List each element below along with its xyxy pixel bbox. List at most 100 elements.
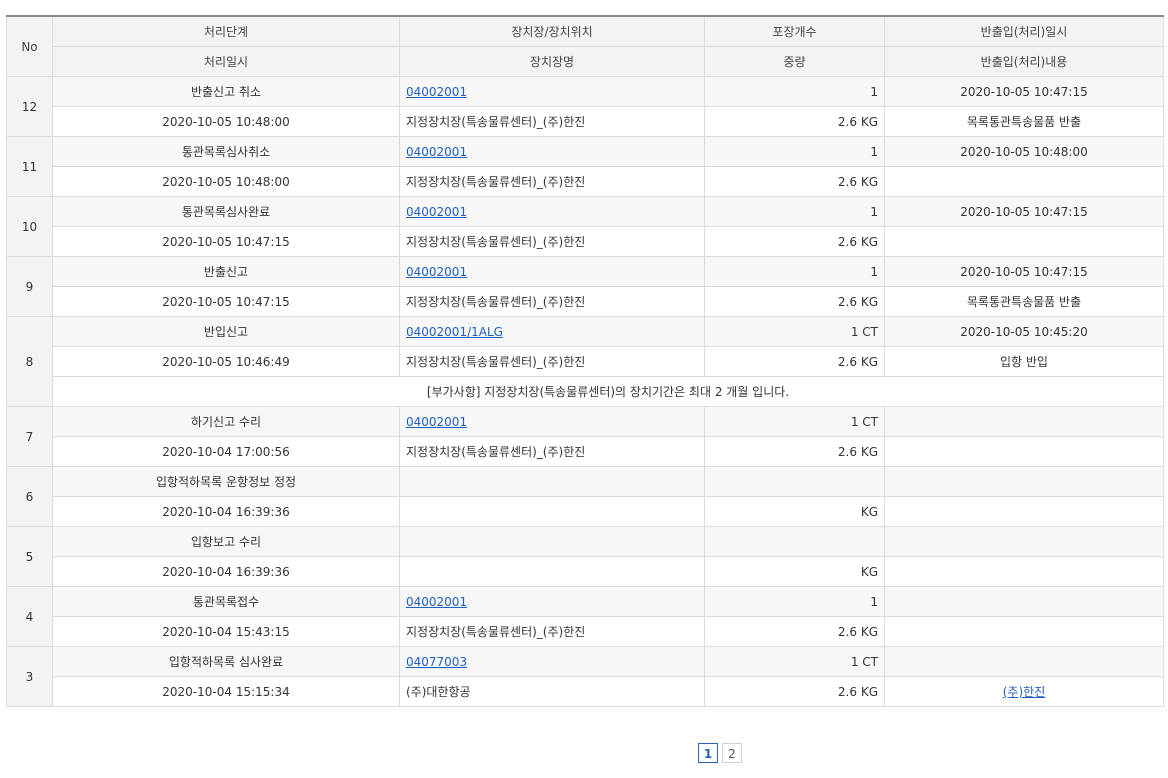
location-link[interactable]: 04077003 [406, 655, 467, 669]
table-row: 2020-10-04 17:00:56 지정장치장(특송물류센터)_(주)한진 2.… [7, 436, 1164, 467]
datetime-cell: 2020-10-05 10:48:00 [52, 106, 400, 137]
table-row: 2020-10-05 10:47:15 지정장치장(특송물류센터)_(주)한진 2.… [7, 226, 1164, 257]
inout-content-cell: 목록통관특송물품 반출 [884, 106, 1164, 137]
weight-cell: 2.6 KG [704, 166, 885, 197]
page-button-2[interactable]: 2 [722, 743, 742, 763]
weight-cell: 2.6 KG [704, 436, 885, 467]
inout-content-cell: 목록통관특송물품 반출 [884, 286, 1164, 317]
packages-cell: 1 CT [704, 406, 885, 437]
table-row: 10 통관목록심사완료 04002001 1 2020-10-05 10:47:15 [6, 196, 1164, 257]
table-row: 2020-10-04 16:39:36 KG [7, 556, 1164, 587]
inout-content-cell [884, 226, 1164, 257]
table-row: 8 반입신고 04002001/1ALG 1 CT 2020-10-05 10:45:2… [6, 316, 1164, 407]
place-name-cell [399, 556, 705, 587]
inout-content-cell [884, 496, 1164, 527]
datetime-cell: 2020-10-05 10:47:15 [52, 226, 400, 257]
note-cell: [부가사항] 지정장치장(특송물류센터)의 장치기간은 최대 2 개월 입니다. [52, 376, 1164, 407]
step-cell: 반출신고 취소 [52, 76, 400, 107]
datetime-cell: 2020-10-04 17:00:56 [52, 436, 400, 467]
table-row: 2020-10-05 10:48:00 지정장치장(특송물류센터)_(주)한진 2.… [7, 166, 1164, 197]
weight-cell: 2.6 KG [704, 106, 885, 137]
header-no: No [6, 15, 53, 77]
note-row: [부가사항] 지정장치장(특송물류센터)의 장치기간은 최대 2 개월 입니다. [7, 376, 1164, 407]
row-number: 11 [6, 136, 53, 197]
inout-datetime-cell: 2020-10-05 10:45:20 [884, 316, 1164, 347]
weight-cell: 2.6 KG [704, 616, 885, 647]
inout-content-cell [884, 556, 1164, 587]
step-cell: 통관목록심사완료 [52, 196, 400, 227]
place-name-cell: 지정장치장(특송물류센터)_(주)한진 [399, 166, 705, 197]
packages-cell: 1 [704, 196, 885, 227]
location-cell: 04002001/1ALG [399, 316, 705, 347]
place-name-cell: 지정장치장(특송물류센터)_(주)한진 [399, 616, 705, 647]
table-row: 12 반출신고 취소 04002001 1 2020-10-05 10:47:15 [6, 76, 1164, 137]
row-number: 7 [6, 406, 53, 467]
datetime-cell: 2020-10-05 10:47:15 [52, 286, 400, 317]
header-datetime: 처리일시 [52, 46, 400, 77]
table-row: 3 입항적하목록 심사완료 04077003 1 CT [6, 646, 1164, 707]
row-number: 12 [6, 76, 53, 137]
table-body: 12 반출신고 취소 04002001 1 2020-10-05 10:47:15 202… [6, 76, 1164, 707]
table-row: 11 통관목록심사취소 04002001 1 2020-10-05 10:48:00 [6, 136, 1164, 197]
place-name-cell: 지정장치장(특송물류센터)_(주)한진 [399, 226, 705, 257]
place-name-cell: 지정장치장(특송물류센터)_(주)한진 [399, 106, 705, 137]
table-row: 2020-10-05 10:46:49 지정장치장(특송물류센터)_(주)한진 2.… [7, 346, 1164, 377]
step-cell: 반입신고 [52, 316, 400, 347]
header-location: 장치장/장치위치 [399, 15, 705, 47]
location-link[interactable]: 04002001 [406, 85, 467, 99]
packages-cell: 1 CT [704, 316, 885, 347]
datetime-cell: 2020-10-04 16:39:36 [52, 556, 400, 587]
location-link[interactable]: 04002001 [406, 205, 467, 219]
header-inout-datetime: 반출입(처리)일시 [884, 15, 1164, 47]
packages-cell [704, 466, 885, 497]
header-inout-content: 반출입(처리)내용 [884, 46, 1164, 77]
row-number: 3 [6, 646, 53, 707]
inout-content-link[interactable]: (주)한진 [1003, 685, 1045, 699]
location-link[interactable]: 04002001/1ALG [406, 325, 503, 339]
location-link[interactable]: 04002001 [406, 415, 467, 429]
location-link[interactable]: 04002001 [406, 145, 467, 159]
packages-cell: 1 [704, 76, 885, 107]
packages-cell: 1 CT [704, 646, 885, 677]
location-cell [399, 526, 705, 557]
inout-datetime-cell [884, 646, 1164, 677]
place-name-cell: 지정장치장(특송물류센터)_(주)한진 [399, 436, 705, 467]
location-cell: 04077003 [399, 646, 705, 677]
page-button-1[interactable]: 1 [698, 743, 718, 763]
step-cell: 입항보고 수리 [52, 526, 400, 557]
inout-content-cell [884, 616, 1164, 647]
table-row: 2020-10-05 10:48:00 지정장치장(특송물류센터)_(주)한진 2.… [7, 106, 1164, 137]
location-cell: 04002001 [399, 586, 705, 617]
table-row: 4 통관목록접수 04002001 1 [6, 586, 1164, 647]
weight-cell: 2.6 KG [704, 226, 885, 257]
row-number: 9 [6, 256, 53, 317]
location-cell: 04002001 [399, 76, 705, 107]
weight-cell: 2.6 KG [704, 676, 885, 707]
row-number: 6 [6, 466, 53, 527]
header-packages: 포장개수 [704, 15, 885, 47]
packages-cell: 1 [704, 256, 885, 287]
table-row: 7 하기신고 수리 04002001 1 CT [6, 406, 1164, 467]
location-link[interactable]: 04002001 [406, 265, 467, 279]
datetime-cell: 2020-10-04 16:39:36 [52, 496, 400, 527]
table-row: 2020-10-04 15:43:15 지정장치장(특송물류센터)_(주)한진 2.… [7, 616, 1164, 647]
inout-datetime-cell: 2020-10-05 10:48:00 [884, 136, 1164, 167]
step-cell: 입항적하목록 심사완료 [52, 646, 400, 677]
inout-datetime-cell [884, 526, 1164, 557]
place-name-cell [399, 496, 705, 527]
packages-cell: 1 [704, 586, 885, 617]
header-step: 처리단계 [52, 15, 400, 47]
row-number: 5 [6, 526, 53, 587]
table-row: 2020-10-04 15:15:34 (주)대한항공 2.6 KG (주)한진 [7, 676, 1164, 707]
datetime-cell: 2020-10-05 10:46:49 [52, 346, 400, 377]
location-cell: 04002001 [399, 256, 705, 287]
header-weight: 중량 [704, 46, 885, 77]
inout-datetime-cell: 2020-10-05 10:47:15 [884, 196, 1164, 227]
weight-cell: 2.6 KG [704, 346, 885, 377]
table-row: 2020-10-05 10:47:15 지정장치장(특송물류센터)_(주)한진 2.… [7, 286, 1164, 317]
location-link[interactable]: 04002001 [406, 595, 467, 609]
step-cell: 반출신고 [52, 256, 400, 287]
progress-table: No 처리단계 장치장/장치위치 포장개수 반출입(처리)일시 처리일시 장치장… [6, 15, 1164, 707]
place-name-cell: 지정장치장(특송물류센터)_(주)한진 [399, 346, 705, 377]
place-name-cell: (주)대한항공 [399, 676, 705, 707]
